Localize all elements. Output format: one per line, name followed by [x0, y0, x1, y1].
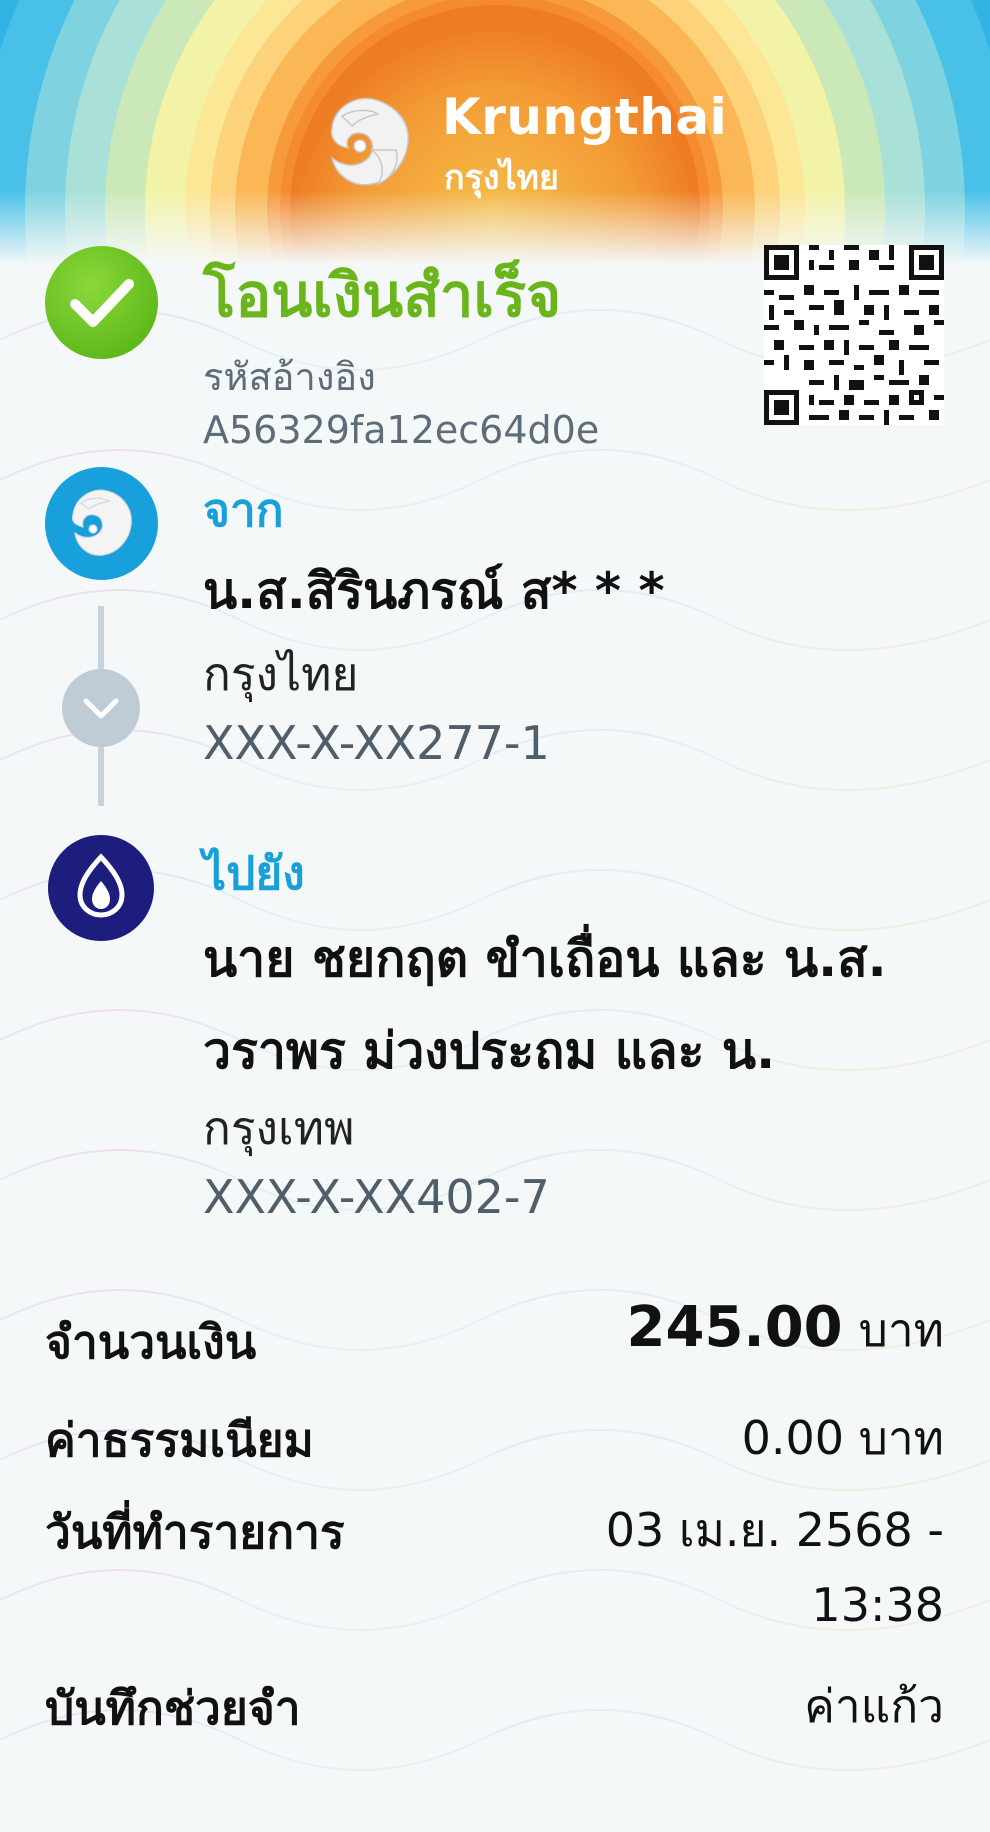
check-circle-icon — [45, 246, 158, 359]
rainbow-header: Krungthai กรุงไทย — [0, 0, 990, 270]
krungthai-logo: Krungthai กรุงไทย — [312, 88, 727, 198]
to-account-name-line2: วราพร ม่วงประถม และ น. — [203, 1022, 776, 1080]
to-account-number: XXX-X-XX402-7 — [203, 1170, 550, 1224]
from-bank-name: กรุงไทย — [203, 647, 359, 701]
to-label: ไปยัง — [203, 846, 305, 900]
from-label: จาก — [203, 483, 284, 537]
amount-value: 245.00 — [626, 1295, 843, 1360]
date-label: วันที่ทำรายการ — [45, 1505, 345, 1559]
to-account-name-line1: นาย ชยกฤต ขำเถื่อน และ น.ส. — [203, 930, 887, 988]
bangkok-bank-lotus-logo-icon — [48, 835, 154, 941]
slip-page: Krungthai กรุงไทย โอนเงินสำเร็จ รหัสอ้าง… — [0, 0, 990, 1832]
reference-label: รหัสอ้างอิง — [203, 355, 376, 399]
fee-value: 0.00 บาท — [741, 1411, 944, 1465]
to-bank-name: กรุงเทพ — [203, 1101, 355, 1155]
status-title: โอนเงินสำเร็จ — [203, 261, 562, 331]
chevron-down-icon[interactable] — [62, 669, 140, 747]
qr-code-icon[interactable] — [764, 245, 944, 425]
time-value: 13:38 — [811, 1578, 944, 1632]
reference-value: A56329fa12ec64d0e — [203, 408, 600, 452]
brand-name-en: Krungthai — [442, 88, 728, 146]
fee-label: ค่าธรรมเนียม — [45, 1413, 314, 1467]
from-account-name: น.ส.สิรินภรณ์ ส* * * — [203, 562, 665, 620]
memo-label: บันทึกช่วยจำ — [45, 1681, 301, 1735]
from-account-number: XXX-X-XX277-1 — [203, 716, 550, 770]
amount-value-row: 245.00 บาท — [627, 1294, 944, 1367]
memo-value: ค่าแก้ว — [804, 1679, 944, 1733]
brand-name-th: กรุงไทย — [444, 158, 559, 198]
krungthai-bird-icon — [330, 97, 409, 186]
amount-label: จำนวนเงิน — [45, 1315, 257, 1369]
krungthai-bird-logo-icon — [45, 467, 158, 580]
amount-unit: บาท — [858, 1303, 944, 1357]
date-value: 03 เม.ย. 2568 - — [605, 1503, 944, 1557]
